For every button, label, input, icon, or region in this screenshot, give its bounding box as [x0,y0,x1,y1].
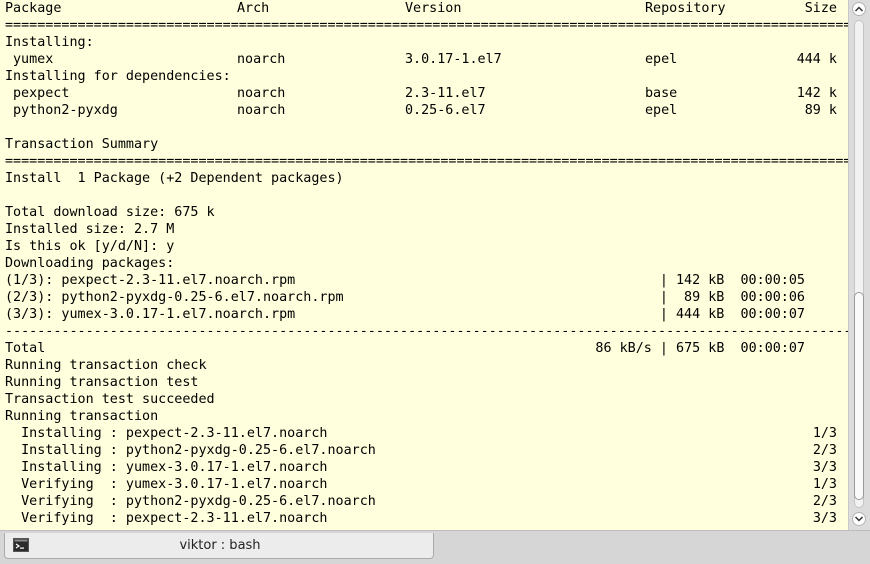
chevron-down-icon [855,516,863,522]
download-row: (2/3): python2-pyxdg-0.25-6.el7.noarch.r… [5,289,845,306]
dashed-rule-text: ----------------------------------------… [5,324,848,339]
pkg-version: 3.0.17-1.el7 [405,52,502,67]
download-file: (3/3): yumex-3.0.17-1.el7.noarch.rpm [5,307,296,322]
step-row: Installing : yumex-3.0.17-1.el7.noarch 3… [5,459,845,476]
tab-viktor-bash[interactable]: viktor : bash [4,533,434,559]
step-count: 1/3 [812,426,837,441]
step-count: 2/3 [812,494,837,509]
pkg-size: 89 k [804,103,837,118]
step-row: Installing : pexpect-2.3-11.el7.noarch 1… [5,425,845,442]
tab-label: viktor : bash [179,538,261,553]
pkg-repo: epel [645,52,678,67]
col-header-package: Package [5,1,62,16]
vertical-scrollbar[interactable] [848,0,870,530]
download-stats: | 142 kB 00:00:05 [659,273,805,288]
pkg-repo: epel [645,103,678,118]
status-text: Running transaction test [5,375,199,390]
step-row: Verifying : yumex-3.0.17-1.el7.noarch 1/… [5,476,845,493]
pkg-size: 142 k [796,86,837,101]
dashed-rule: ----------------------------------------… [5,323,848,340]
col-header-repository: Repository [645,1,726,16]
scrollbar-thumb[interactable] [854,292,864,500]
status-text: Running transaction [5,409,159,424]
step-row: Verifying : pexpect-2.3-11.el7.noarch 3/… [5,510,845,527]
table-row: python2-pyxdg noarch 0.25-6.el7 epel 89 … [5,102,845,119]
total-download-size: Total download size: 675 k [5,204,845,221]
chevron-up-icon [855,6,863,12]
step-text: Installing : python2-pyxdg-0.25-6.el7.no… [5,443,376,458]
pkg-repo: base [645,86,678,101]
total-stats: 86 kB/s | 675 kB 00:00:07 [595,341,805,356]
status-text: Running transaction check [5,358,207,373]
col-header-size: Size [804,1,837,16]
table-row: yumex noarch 3.0.17-1.el7 epel 444 k [5,51,845,68]
pkg-version: 0.25-6.el7 [405,103,486,118]
double-rule-text: ========================================… [5,154,848,169]
col-header-version: Version [405,1,462,16]
col-header-arch: Arch [237,1,270,16]
terminal-output[interactable]: Package Arch Version Repository Size ===… [0,0,848,530]
tab-bar: viktor : bash [0,530,870,564]
download-stats: | 444 kB 00:00:07 [659,307,805,322]
step-count: 3/3 [812,460,837,475]
pkg-name: pexpect [13,86,70,101]
downloading-heading-text: Downloading packages: [5,256,175,271]
confirm-prompt: Is this ok [y/d/N]: y [5,238,845,255]
installed-size-text: Installed size: 2.7 M [5,222,175,237]
double-rule: ========================================… [5,17,848,34]
terminal-icon [13,538,29,552]
installing-deps-heading-text: Installing for dependencies: [5,69,231,84]
download-stats: | 89 kB 00:00:06 [659,290,805,305]
double-rule: ========================================… [5,153,848,170]
transaction-summary-heading: Transaction Summary [5,136,845,153]
pkg-size: 444 k [796,52,837,67]
step-text: Verifying : pexpect-2.3-11.el7.noarch [5,511,328,526]
status-line: Running transaction test [5,374,845,391]
status-line: Running transaction check [5,357,845,374]
download-row: (3/3): yumex-3.0.17-1.el7.noarch.rpm | 4… [5,306,845,323]
scroll-down-button[interactable] [852,512,866,526]
install-summary: Install 1 Package (+2 Dependent packages… [5,170,845,187]
step-count: 3/3 [812,511,837,526]
step-count: 2/3 [812,443,837,458]
status-line: Transaction test succeeded [5,391,845,408]
download-file: (2/3): python2-pyxdg-0.25-6.el7.noarch.r… [5,290,344,305]
downloading-heading: Downloading packages: [5,255,845,272]
confirm-prompt-text: Is this ok [y/d/N]: y [5,239,175,254]
step-row: Verifying : python2-pyxdg-0.25-6.el7.noa… [5,493,845,510]
step-text: Verifying : python2-pyxdg-0.25-6.el7.noa… [5,494,376,509]
scroll-up-button[interactable] [852,2,866,16]
step-text: Verifying : yumex-3.0.17-1.el7.noarch [5,477,328,492]
install-summary-text: Install 1 Package (+2 Dependent packages… [5,171,344,186]
installing-deps-heading: Installing for dependencies: [5,68,845,85]
step-text: Installing : yumex-3.0.17-1.el7.noarch [5,460,328,475]
installing-heading-text: Installing: [5,35,94,50]
download-row: (1/3): pexpect-2.3-11.el7.noarch.rpm | 1… [5,272,845,289]
pkg-arch: noarch [237,103,286,118]
installed-size: Installed size: 2.7 M [5,221,845,238]
step-row: Installing : python2-pyxdg-0.25-6.el7.no… [5,442,845,459]
step-count: 1/3 [812,477,837,492]
total-row: Total 86 kB/s | 675 kB 00:00:07 [5,340,845,357]
step-text: Installing : pexpect-2.3-11.el7.noarch [5,426,328,441]
terminal-text: Package Arch Version Repository Size ===… [5,0,848,527]
table-header-row: Package Arch Version Repository Size [5,0,845,17]
status-text: Transaction test succeeded [5,392,215,407]
download-file: (1/3): pexpect-2.3-11.el7.noarch.rpm [5,273,296,288]
total-label: Total [5,341,46,356]
pkg-name: python2-pyxdg [13,103,118,118]
total-download-size-text: Total download size: 675 k [5,205,215,220]
pkg-arch: noarch [237,86,286,101]
pkg-arch: noarch [237,52,286,67]
pkg-version: 2.3-11.el7 [405,86,486,101]
transaction-summary-text: Transaction Summary [5,137,159,152]
status-line: Running transaction [5,408,845,425]
pkg-name: yumex [13,52,54,67]
table-row: pexpect noarch 2.3-11.el7 base 142 k [5,85,845,102]
double-rule-text: ========================================… [5,18,848,33]
installing-heading: Installing: [5,34,845,51]
